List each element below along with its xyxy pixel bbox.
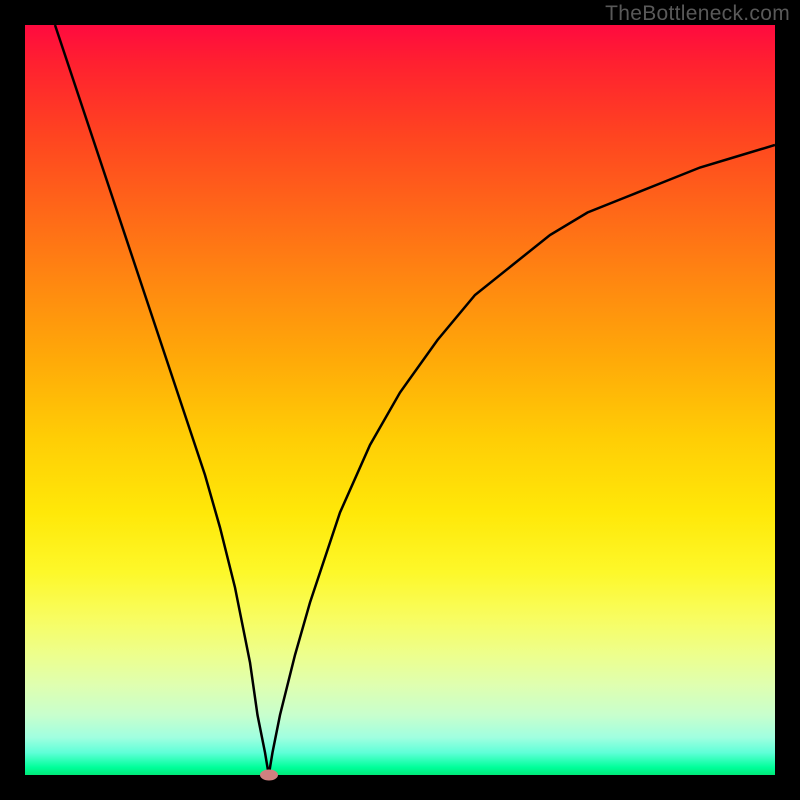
watermark-text: TheBottleneck.com [605, 2, 790, 26]
chart-area [25, 25, 775, 775]
minimum-marker [260, 770, 278, 781]
curve-line [25, 25, 775, 775]
